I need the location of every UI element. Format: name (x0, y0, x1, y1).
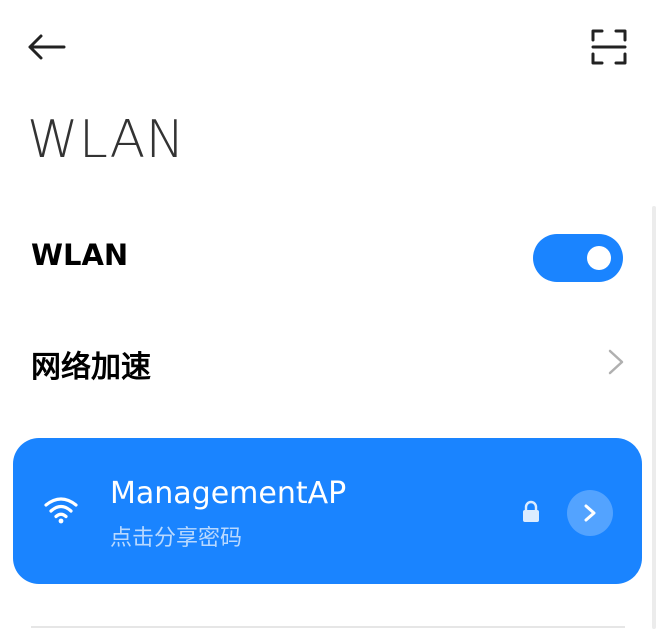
scan-button[interactable] (584, 22, 634, 72)
scrollbar[interactable] (652, 206, 656, 629)
lock-icon (523, 500, 539, 522)
network-acceleration-row[interactable]: 网络加速 (0, 322, 650, 402)
network-ssid: ManagementAP (110, 476, 347, 511)
network-detail-button[interactable] (567, 490, 613, 536)
divider (31, 626, 625, 628)
page-title: WLAN (27, 110, 186, 170)
back-button[interactable] (24, 27, 76, 67)
connected-network-card[interactable]: ManagementAP 点击分享密码 (13, 438, 642, 584)
share-password-hint[interactable]: 点击分享密码 (110, 520, 242, 552)
wlan-label: WLAN (31, 238, 129, 272)
scan-qr-icon (591, 29, 627, 65)
network-acceleration-label: 网络加速 (31, 350, 151, 385)
wifi-signal-icon (44, 497, 78, 524)
arrow-left-icon (28, 34, 66, 60)
chevron-right-icon (608, 349, 624, 375)
toggle-knob (587, 246, 611, 270)
chevron-right-icon (584, 504, 596, 522)
wlan-toggle-switch[interactable] (533, 234, 623, 282)
